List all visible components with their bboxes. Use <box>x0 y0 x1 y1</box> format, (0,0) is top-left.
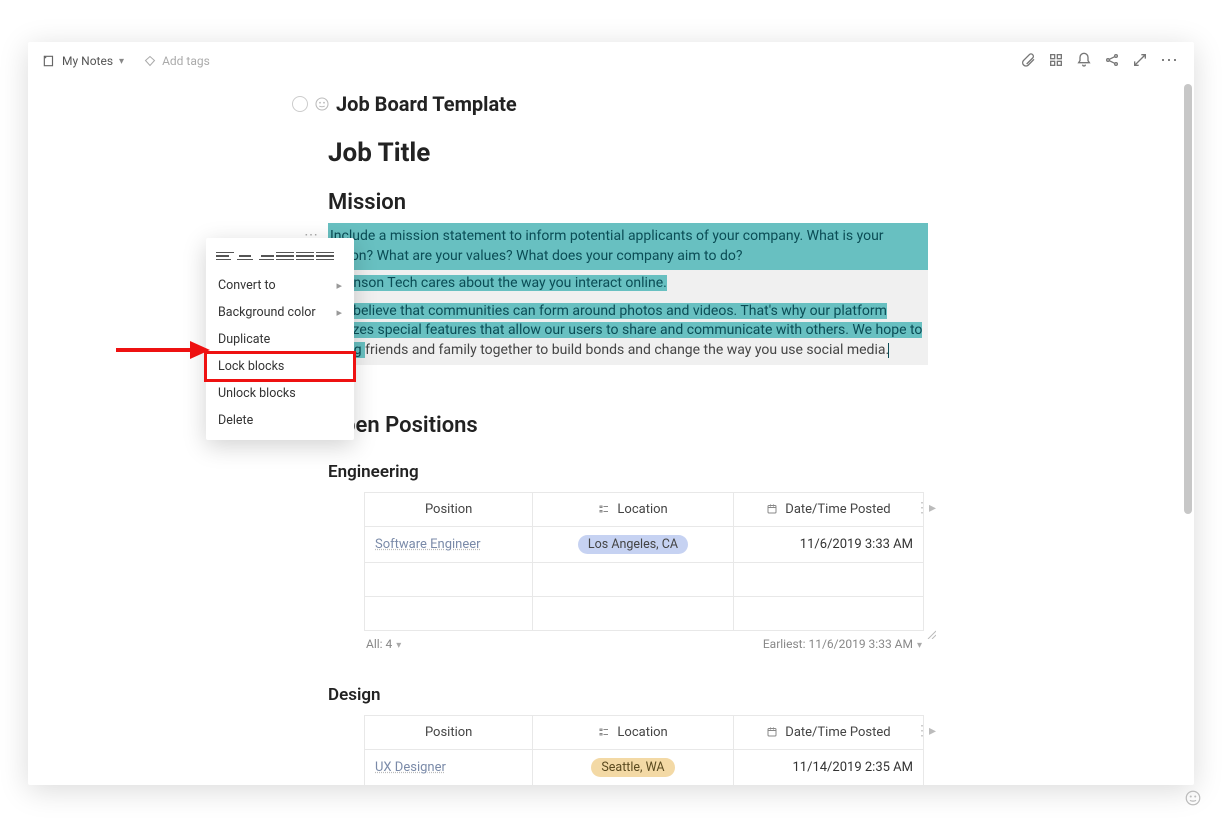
calendar-icon <box>766 503 778 515</box>
design-table[interactable]: Position Location Date/Time Posted <box>364 715 924 785</box>
table-header-row: Position Location Date/Time Posted <box>365 715 924 749</box>
toolbar-right: ⋯ <box>1020 52 1180 71</box>
add-tags-placeholder[interactable]: Add tags <box>162 54 210 68</box>
menu-background-color[interactable]: Background color▸ <box>206 299 354 326</box>
location-pill[interactable]: Seattle, WA <box>591 758 674 777</box>
resize-handle-icon[interactable] <box>926 629 936 639</box>
col-location-label: Location <box>617 502 667 517</box>
table-row[interactable]: Software Engineer Los Angeles, CA 11/6/2… <box>365 526 924 562</box>
content-area: Job Board Template Job Title Mission ⋯ I… <box>28 80 1180 785</box>
engineering-table[interactable]: Position Location Date/Time Posted <box>364 492 924 631</box>
col-datetime[interactable]: Date/Time Posted <box>733 715 923 749</box>
position-link[interactable]: UX Designer <box>375 760 446 775</box>
mission-p3-plain: friends and family together to build bon… <box>365 342 889 358</box>
mission-p1[interactable]: Include a mission statement to inform po… <box>328 223 928 270</box>
mission-p2[interactable]: Johnson Tech cares about the way you int… <box>328 270 928 298</box>
document: Job Board Template Job Title Mission ⋯ I… <box>328 92 928 785</box>
col-position[interactable]: Position <box>365 492 533 526</box>
job-title-heading[interactable]: Job Title <box>328 138 928 168</box>
list-icon <box>598 503 610 515</box>
col-datetime-label: Date/Time Posted <box>785 502 890 517</box>
menu-unlock-blocks[interactable]: Unlock blocks <box>206 380 354 407</box>
engineering-table-footer: All: 4▾ Earliest: 11/6/2019 3:33 AM▾ <box>364 631 924 651</box>
col-location[interactable]: Location <box>533 715 733 749</box>
feedback-smiley-icon[interactable] <box>1184 789 1202 811</box>
bell-icon[interactable] <box>1076 52 1092 71</box>
more-icon[interactable]: ⋯ <box>1160 52 1180 70</box>
menu-duplicate[interactable]: Duplicate <box>206 326 354 353</box>
template-circle-icon[interactable] <box>292 96 308 112</box>
col-location[interactable]: Location <box>533 492 733 526</box>
col-position[interactable]: Position <box>365 715 533 749</box>
datetime-cell[interactable]: 11/14/2019 2:35 AM <box>733 749 923 785</box>
tag-icon <box>144 55 156 67</box>
position-link[interactable]: Software Engineer <box>375 537 481 552</box>
table-add-column-icon[interactable]: ⋮▸ <box>915 500 936 516</box>
engineering-heading[interactable]: Engineering <box>328 462 928 482</box>
text-caret <box>888 343 889 358</box>
table-header-row: Position Location Date/Time Posted <box>365 492 924 526</box>
page-title[interactable]: Job Board Template <box>336 92 517 116</box>
table-row[interactable] <box>365 596 924 630</box>
menu-delete[interactable]: Delete <box>206 407 354 434</box>
context-menu: Convert to▸ Background color▸ Duplicate … <box>206 238 354 440</box>
mission-block[interactable]: ⋯ Include a mission statement to inform … <box>328 223 928 365</box>
attachment-icon[interactable] <box>1020 52 1036 71</box>
grid-icon[interactable] <box>1048 52 1064 71</box>
scroll-thumb[interactable] <box>1184 84 1192 514</box>
col-datetime[interactable]: Date/Time Posted <box>733 492 923 526</box>
mission-p2-text: Johnson Tech cares about the way you int… <box>330 275 667 291</box>
footer-count[interactable]: All: 4▾ <box>366 637 401 651</box>
calendar-icon <box>766 726 778 738</box>
table-row[interactable] <box>365 562 924 596</box>
notebook-icon <box>42 54 56 68</box>
alignment-row <box>206 244 354 272</box>
menu-lock-blocks[interactable]: Lock blocks <box>206 353 354 380</box>
align-left-button[interactable] <box>216 248 234 264</box>
location-pill[interactable]: Los Angeles, CA <box>578 535 688 554</box>
outdent-button[interactable] <box>296 248 314 264</box>
datetime-cell[interactable]: 11/6/2019 3:33 AM <box>733 526 923 562</box>
align-center-button[interactable] <box>236 248 254 264</box>
expand-icon[interactable] <box>1132 52 1148 71</box>
chevron-right-icon: ▸ <box>336 306 342 319</box>
table-row[interactable]: UX Designer Seattle, WA 11/14/2019 2:35 … <box>365 749 924 785</box>
indent-button[interactable] <box>316 248 334 264</box>
breadcrumb-dropdown-icon[interactable]: ▾ <box>119 56 124 67</box>
table-add-column-icon[interactable]: ⋮▸ <box>915 723 936 739</box>
mission-heading[interactable]: Mission <box>328 190 928 215</box>
emoji-icon[interactable] <box>314 96 330 112</box>
breadcrumb-label[interactable]: My Notes <box>62 54 113 68</box>
open-positions-heading[interactable]: Open Positions <box>328 413 928 438</box>
col-location-label: Location <box>617 725 667 740</box>
chevron-right-icon: ▸ <box>336 279 342 292</box>
col-datetime-label: Date/Time Posted <box>785 725 890 740</box>
list-icon <box>598 726 610 738</box>
align-right-button[interactable] <box>256 248 274 264</box>
app-window: My Notes ▾ Add tags ⋯ Job Board Template… <box>28 42 1194 785</box>
align-justify-button[interactable] <box>276 248 294 264</box>
share-icon[interactable] <box>1104 52 1120 71</box>
footer-earliest[interactable]: Earliest: 11/6/2019 3:33 AM▾ <box>763 637 922 651</box>
design-heading[interactable]: Design <box>328 685 928 705</box>
topbar: My Notes ▾ Add tags ⋯ <box>28 42 1194 80</box>
mission-p3[interactable]: We believe that communities can form aro… <box>328 298 928 365</box>
scrollbar[interactable] <box>1182 84 1192 775</box>
menu-convert-to[interactable]: Convert to▸ <box>206 272 354 299</box>
